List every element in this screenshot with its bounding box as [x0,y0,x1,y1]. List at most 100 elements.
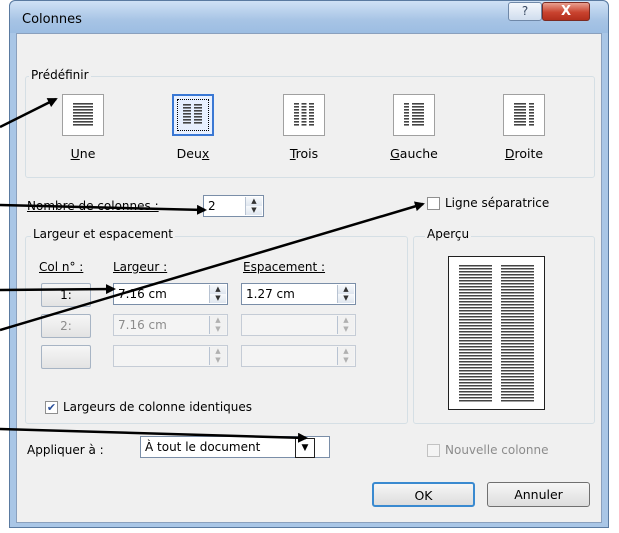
help-button[interactable]: ? [508,2,542,21]
preview-legend: Aperçu [425,227,472,241]
preview-line [459,358,492,360]
preview-line [501,349,534,351]
spin-down-icon: ▼ [210,325,226,334]
preview-line [459,388,492,390]
ok-button[interactable]: OK [372,482,475,507]
preset-left-button[interactable] [393,94,435,136]
preview-line [459,364,492,366]
preview-line [459,304,492,306]
preview-line [501,328,534,330]
width-field-2: 7.16 cm ▲ ▼ [113,314,228,336]
preview-line [501,379,534,381]
preview-line [501,394,534,396]
equal-widths-checkbox[interactable]: ✔ [45,401,58,414]
preview-line [459,376,492,378]
num-columns-value: 2 [208,199,216,213]
apply-to-dropdown[interactable]: À tout le document ▼ [140,436,330,458]
preset-two-button[interactable] [172,94,214,136]
preview-line [459,394,492,396]
window-title: Colonnes [22,12,82,27]
preview-line [459,292,492,294]
preset-right-button[interactable] [503,94,545,136]
num-columns-label: Nombre de colonnes : [27,199,159,213]
preset-right-label: Droite [504,146,544,161]
width-field-1[interactable]: 7.16 cm ▲ ▼ [113,283,228,305]
preview-line [459,400,492,402]
preview-line [459,379,492,381]
preview-line [501,319,534,321]
preview-line [459,397,492,399]
presets-legend: Prédéfinir [29,68,91,82]
dropdown-arrow-icon[interactable]: ▼ [295,438,315,458]
preview-line [459,316,492,318]
preview-line [459,283,492,285]
preview-line [501,346,534,348]
two-columns-icon [183,104,202,124]
preview-line [459,289,492,291]
preset-two-label: Deux [176,146,210,161]
preview-line [459,280,492,282]
preview-line [459,385,492,387]
preview-line [501,301,534,303]
width-spacing-legend: Largeur et espacement [31,227,175,241]
preview-line [459,265,492,267]
preview-line [459,391,492,393]
preview-line [459,298,492,300]
preview-line [501,355,534,357]
preset-three-button[interactable] [283,94,325,136]
spin-down-icon[interactable]: ▼ [246,206,262,215]
preview-line [501,277,534,279]
preview-line [459,382,492,384]
preview-line [501,358,534,360]
preview-line [501,367,534,369]
spacing-field-2: ▲ ▼ [241,314,356,336]
preview-line [501,334,534,336]
preset-one-button[interactable] [62,94,104,136]
preview-line [501,280,534,282]
preview-line [501,286,534,288]
preview-line [501,376,534,378]
close-button[interactable]: X [542,2,590,21]
preview-line [459,307,492,309]
preset-left-label: Gauche [390,146,438,161]
apply-to-label: Appliquer à : [27,443,104,457]
preview-line [459,271,492,273]
preview-line [459,373,492,375]
col-number-1: 1: [41,283,91,307]
preview-line [501,370,534,372]
preview-line [459,370,492,372]
preview-line [459,334,492,336]
width-field-3: ▲ ▼ [113,345,228,367]
preview-line [459,337,492,339]
left-columns-icon [404,103,424,126]
num-columns-spinner[interactable]: 2 ▲ ▼ [203,195,264,217]
preview-line [459,343,492,345]
separator-label: Ligne séparatrice [445,196,550,210]
title-bar[interactable]: Colonnes ? X [10,1,608,33]
preset-three-label: Trois [289,146,319,161]
preview-line [459,310,492,312]
preview-line [459,367,492,369]
preview-line [459,352,492,354]
spin-down-icon: ▼ [210,356,226,365]
spacing-header: Espacement : [243,260,326,274]
preview-line [459,319,492,321]
col-number-2: 2: [41,314,91,338]
preview-line [459,346,492,348]
preview-line [501,337,534,339]
preview-line [501,289,534,291]
preview-line [501,274,534,276]
preview-line [501,295,534,297]
preview-line [501,304,534,306]
separator-checkbox[interactable] [427,197,440,210]
preview-line [459,274,492,276]
spin-down-icon[interactable]: ▼ [338,294,354,303]
spacing-field-1[interactable]: 1.27 cm ▲ ▼ [241,283,356,305]
two-column-preview-icon [459,265,534,402]
spin-down-icon[interactable]: ▼ [210,294,226,303]
preview-line [459,286,492,288]
preview-line [459,325,492,327]
cancel-button[interactable]: Annuler [487,482,590,507]
preview-line [459,313,492,315]
preview-line [459,301,492,303]
